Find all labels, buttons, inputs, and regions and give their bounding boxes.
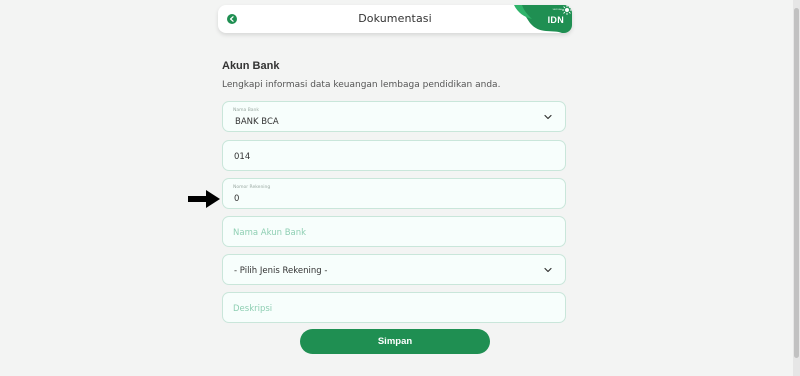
chevron-down-icon (544, 267, 552, 273)
bank-name-value: BANK BCA (235, 117, 279, 127)
account-name-placeholder: Nama Akun Bank (233, 228, 307, 238)
logo-text: IDN (547, 15, 564, 25)
account-name-field[interactable]: Nama Akun Bank (222, 216, 566, 247)
account-number-label: Nomor Rekening (233, 185, 271, 190)
logo-subtext: SEKOLAH (552, 9, 562, 11)
account-type-value: - Pilih Jenis Rekening - (234, 266, 328, 276)
brand-logo: SEKOLAH IDN (512, 5, 572, 33)
bank-name-label: Nama Bank (233, 108, 259, 113)
section-description: Lengkapi informasi data keuangan lembaga… (222, 80, 501, 90)
sun-logo-icon (562, 5, 572, 15)
chevron-down-icon (544, 114, 552, 120)
save-button[interactable]: Simpan (300, 329, 490, 354)
description-field[interactable]: Deskripsi (222, 292, 566, 323)
scrollbar-thumb[interactable] (794, 8, 799, 358)
bank-code-value: 014 (234, 152, 251, 162)
account-number-value: 0 (234, 194, 240, 204)
top-app-bar: Dokumentasi SEKOLAH IDN (218, 5, 572, 33)
description-placeholder: Deskripsi (233, 304, 273, 314)
account-number-field[interactable]: Nomor Rekening 0 (222, 178, 566, 209)
account-type-select[interactable]: - Pilih Jenis Rekening - (222, 254, 566, 285)
bank-name-select[interactable]: Nama Bank BANK BCA (222, 101, 566, 132)
section-title: Akun Bank (222, 60, 280, 72)
bank-code-field[interactable]: 014 (222, 140, 566, 171)
arrow-right-icon (188, 190, 220, 208)
scrollbar[interactable] (793, 0, 800, 376)
